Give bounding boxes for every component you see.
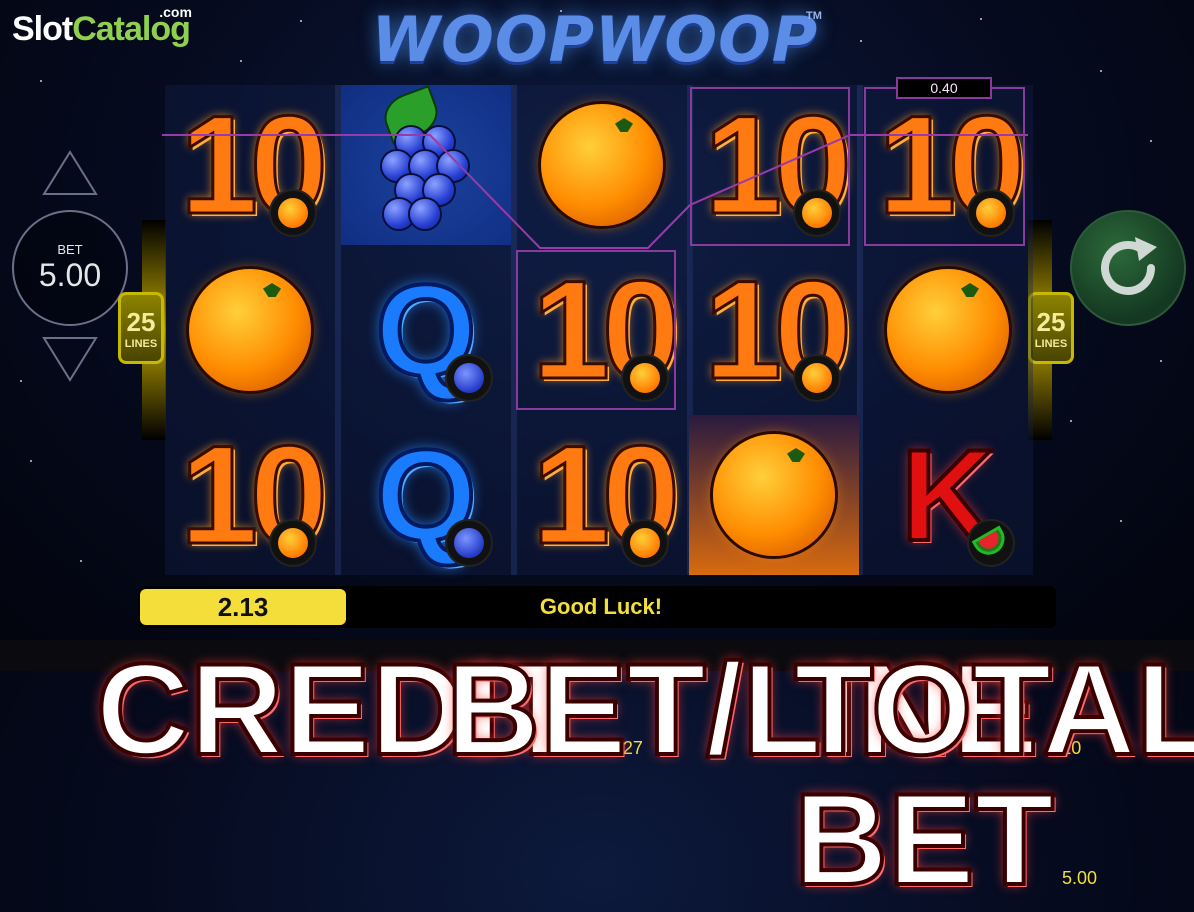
lines-count-left: 25 [126,306,156,337]
bet-label: BET [57,242,83,257]
bet-value: 5.00 [38,257,102,293]
lines-label-left: LINES [124,337,158,350]
totalbet-info: TOTAL BET 5.00 [792,642,1194,906]
triangle-up-icon[interactable] [40,148,100,198]
grape-badge-icon [445,519,493,567]
trademark: TM [806,10,822,22]
game-title: WOOPWOOP [371,2,819,76]
symbol-ten-orange: 10 [689,250,859,410]
triangle-down-icon[interactable] [40,334,100,384]
orange-badge-icon [269,519,317,567]
lines-label-right: LINES [1034,337,1068,350]
symbol-orange [863,250,1033,410]
symbol-orange [165,250,335,410]
win-highlight-box [864,87,1025,246]
symbol-ten-orange: 10 [517,415,687,575]
symbol-orange [517,85,687,245]
orange-badge-icon [793,354,841,402]
symbol-q-grapes: Q [341,415,511,575]
orange-badge-icon [621,519,669,567]
orange-icon [189,269,311,391]
orange-icon [887,269,1009,391]
logo-part-1: Slot [12,10,73,48]
symbol-ten-orange: 10 [165,85,335,245]
lines-badge-left: 25 LINES [118,292,164,364]
totalbet-label: TOTAL BET [792,636,1194,912]
orange-icon [713,434,835,556]
symbol-grapes [341,85,511,245]
grape-badge-icon [445,354,493,402]
lines-badge-right: 25 LINES [1028,292,1074,364]
refresh-icon [1101,237,1157,295]
win-highlight-box [690,87,850,246]
spin-button[interactable] [1070,210,1186,326]
logo-suffix: .com [159,4,192,20]
win-amount: 2.13 [140,589,346,625]
line-win-label: 0.40 [896,77,992,99]
totalbet-value: 5.00 [1062,868,1098,888]
footer-bar: CREDIT 990.27 BET/LINE 0.20 TOTAL BET 5.00 [0,640,1194,906]
grapes-icon [366,87,486,235]
symbol-k-melon: K [863,415,1033,575]
win-highlight-box [516,250,676,410]
slotcatalog-logo: SlotCatalog .com [12,4,192,49]
symbol-ten-orange: 10 [165,415,335,575]
melon-badge-icon [967,519,1015,567]
symbol-orange [689,415,859,575]
orange-badge-icon [269,189,317,237]
bet-display: BET 5.00 [12,210,128,326]
lines-count-right: 25 [1036,306,1066,337]
symbol-q-grapes: Q [341,250,511,410]
orange-icon [541,104,663,226]
status-message: Good Luck! [539,594,663,619]
